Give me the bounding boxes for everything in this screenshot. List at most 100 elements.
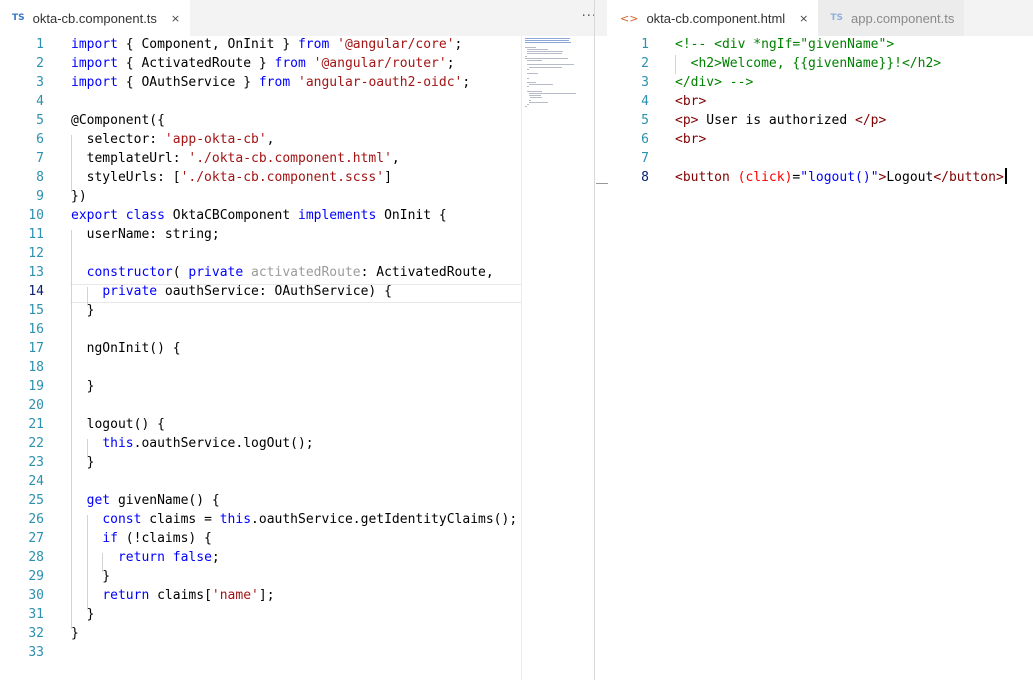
code-text: import { OAuthService } from 'angular-oa…: [71, 75, 471, 90]
html-editor[interactable]: 1 <!-- <div *ngIf="givenName"> 2 <h2>Welco…: [608, 36, 1033, 680]
code-line[interactable]: 28 return false;: [0, 548, 593, 567]
code-text: ngOnInit() {: [71, 341, 181, 356]
typescript-editor[interactable]: 1 import { Component, OnInit } from '@ang…: [0, 36, 593, 680]
minimap-line: [528, 101, 549, 103]
code-line[interactable]: 1 <!-- <div *ngIf="givenName">: [608, 36, 1033, 54]
close-icon[interactable]: ×: [171, 12, 180, 25]
code-text: <h2>Welcome, {{givenName}}!</h2>: [675, 56, 942, 71]
code-line[interactable]: 30 return claims['name'];: [0, 586, 593, 605]
code-line[interactable]: 6 selector: 'app-okta-cb',: [0, 130, 593, 149]
code-line[interactable]: 4 <br>: [608, 92, 1033, 111]
code-text: <button (click)="logout()">Logout</butto…: [675, 168, 1007, 187]
code-line[interactable]: 4: [0, 92, 593, 111]
code-line[interactable]: 11 userName: string;: [0, 225, 593, 244]
line-number: 31: [28, 607, 44, 622]
minimap-line: [526, 77, 529, 79]
code-line[interactable]: 12: [0, 244, 593, 263]
code-line[interactable]: 33: [0, 643, 593, 662]
minimap-line: [528, 95, 542, 97]
tab-label: okta-cb.component.ts: [32, 10, 157, 26]
minimap[interactable]: [521, 36, 593, 680]
minimap-line: [525, 38, 570, 39]
code-text: this.oauthService.logOut();: [102, 436, 314, 451]
code-text: }: [71, 626, 79, 641]
line-number: 32: [28, 626, 44, 641]
code-line[interactable]: 13 constructor( private activatedRoute: …: [0, 263, 593, 282]
line-number: 26: [28, 512, 44, 527]
code-line[interactable]: 10 export class OktaCBComponent implement…: [0, 206, 593, 225]
code-line[interactable]: 27 if (!claims) {: [0, 529, 593, 548]
line-number: 19: [28, 379, 44, 394]
line-number: 27: [28, 531, 44, 546]
code-line[interactable]: 6 <br>: [608, 130, 1033, 149]
code-line[interactable]: 31 }: [0, 605, 593, 624]
minimap-line: [530, 97, 543, 99]
minimap-line: [526, 51, 563, 53]
code-text: logout() {: [71, 417, 165, 432]
code-line[interactable]: 24: [0, 472, 593, 491]
minimap-line: [526, 104, 529, 105]
code-text: styleUrls: ['./okta-cb.component.scss']: [71, 170, 392, 185]
tab-okta-cb-component-html[interactable]: <> okta-cb.component.html ×: [608, 0, 819, 36]
code-line[interactable]: 18: [0, 358, 593, 377]
tab-okta-cb-component-ts[interactable]: TS okta-cb.component.ts ×: [0, 0, 191, 36]
code-line[interactable]: 3 import { OAuthService } from 'angular-o…: [0, 73, 593, 92]
code-line[interactable]: 2 import { ActivatedRoute } from '@angula…: [0, 54, 593, 73]
code-line[interactable]: 2 <h2>Welcome, {{givenName}}!</h2>: [608, 54, 1033, 73]
tab-label: app.component.ts: [851, 10, 955, 26]
line-number: 7: [641, 151, 649, 166]
code-text: }: [71, 455, 95, 470]
code-line[interactable]: 21 logout() {: [0, 415, 593, 434]
typescript-file-icon: TS: [12, 13, 25, 23]
code-text: return claims['name'];: [102, 588, 275, 603]
minimap-line: [526, 68, 529, 70]
line-number: 3: [641, 75, 649, 90]
code-line[interactable]: 14 private oauthService: OAuthService) {: [0, 282, 593, 301]
line-number: 9: [36, 189, 44, 204]
code-line[interactable]: 5 <p> User is authorized </p>: [608, 111, 1033, 130]
line-number: 14: [28, 284, 44, 299]
code-line[interactable]: 29 }: [0, 567, 593, 586]
line-number: 17: [28, 341, 44, 356]
close-icon[interactable]: ×: [799, 12, 808, 25]
code-line[interactable]: 9}): [0, 187, 593, 206]
code-line[interactable]: 26 const claims = this.oauthService.getI…: [0, 510, 593, 529]
code-line[interactable]: 3 </div> -->: [608, 73, 1033, 92]
line-number: 4: [36, 94, 44, 109]
line-number: 7: [36, 151, 44, 166]
tab-app-component-ts[interactable]: TS app.component.ts: [818, 0, 965, 36]
code-text: private oauthService: OAuthService) {: [102, 284, 392, 299]
line-number: 1: [36, 37, 44, 52]
code-text: get givenName() {: [86, 493, 220, 508]
line-number: 13: [28, 265, 44, 280]
code-line[interactable]: 19 }: [0, 377, 593, 396]
code-text: }): [71, 189, 87, 204]
line-number: 4: [641, 94, 649, 109]
code-line[interactable]: 7: [608, 149, 1033, 168]
code-line[interactable]: 5 @Component({: [0, 111, 593, 130]
minimap-line: [526, 49, 549, 50]
code-text: if (!claims) {: [102, 531, 212, 546]
code-line[interactable]: 7 templateUrl: './okta-cb.component.html…: [0, 149, 593, 168]
html-file-icon: <>: [620, 11, 639, 25]
code-line[interactable]: 8 styleUrls: ['./okta-cb.component.scss'…: [0, 168, 593, 187]
code-line[interactable]: 17 ngOnInit() {: [0, 339, 593, 358]
code-line[interactable]: 16: [0, 320, 593, 339]
code-line[interactable]: 20: [0, 396, 593, 415]
minimap-line: [526, 82, 536, 83]
code-line[interactable]: 15 }: [0, 301, 593, 320]
code-line[interactable]: 8 <button (click)="logout()">Logout</butt…: [608, 168, 1033, 187]
line-number: 24: [28, 474, 44, 489]
line-number: 6: [36, 132, 44, 147]
code-line[interactable]: 22 this.oauthService.logOut();: [0, 434, 593, 453]
line-number: 22: [28, 436, 44, 451]
line-number: 8: [641, 170, 649, 185]
minimap-line: [526, 64, 574, 66]
minimap-line: [525, 57, 569, 59]
code-line[interactable]: 32}: [0, 624, 593, 643]
code-line[interactable]: 23 }: [0, 453, 593, 472]
code-line[interactable]: 1 import { Component, OnInit } from '@ang…: [0, 36, 593, 54]
line-number: 28: [28, 550, 44, 565]
line-number: 23: [28, 455, 44, 470]
code-line[interactable]: 25 get givenName() {: [0, 491, 593, 510]
